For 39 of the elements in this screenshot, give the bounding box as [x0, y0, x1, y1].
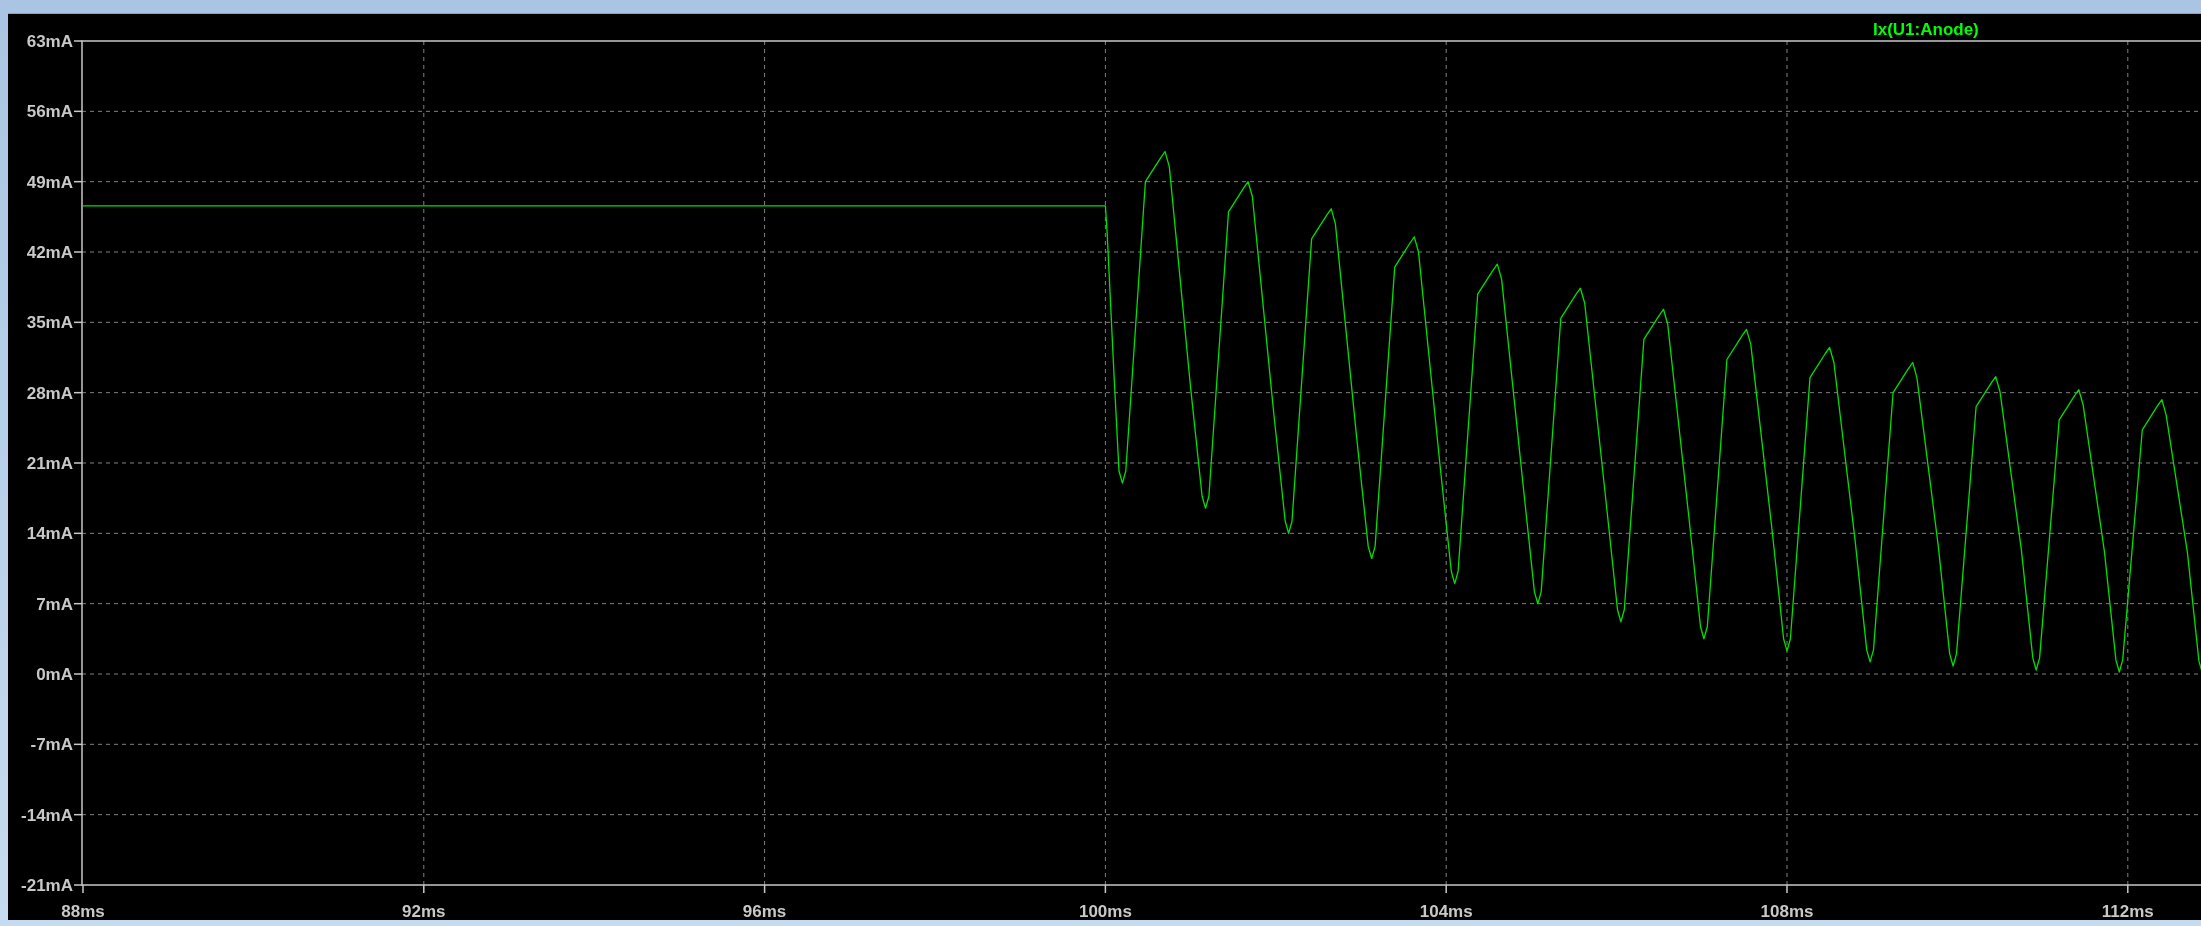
y-tick-label: 14mA [26, 524, 73, 544]
tick-mark [73, 602, 83, 605]
tick-mark [73, 40, 83, 42]
y-tick-label: 49mA [26, 172, 73, 192]
tick-mark [73, 251, 83, 253]
y-tick-label: 35mA [26, 313, 73, 333]
y-tick-label: 63mA [26, 32, 73, 51]
tick-mark [73, 180, 83, 183]
x-tick-label: 104ms [1419, 902, 1473, 919]
tick-mark [1786, 884, 1788, 894]
tick-mark [73, 110, 83, 113]
tick-mark [1104, 884, 1107, 894]
trace-label: Ix(U1:Anode) [1873, 20, 1979, 39]
tick-mark [73, 321, 83, 324]
x-tick-label: 108ms [1760, 902, 1814, 919]
x-tick-label: 96ms [742, 902, 787, 919]
y-tick-label: -14mA [21, 805, 73, 825]
y-tick-label: 7mA [36, 594, 73, 614]
tick-mark [73, 673, 83, 675]
y-tick-label: 28mA [26, 383, 73, 403]
y-tick-label: 42mA [26, 243, 73, 262]
tick-mark [73, 813, 83, 816]
tick-mark [1445, 884, 1447, 894]
tick-mark [73, 391, 83, 394]
x-tick-label: 112ms [2101, 902, 2154, 919]
y-tick-label: -21mA [21, 876, 73, 895]
y-tick-label: 0mA [36, 665, 73, 684]
y-tick-label: -7mA [30, 735, 73, 755]
tick-mark [423, 884, 425, 894]
y-tick-label: 21mA [26, 454, 73, 473]
tick-mark [2127, 884, 2129, 894]
tick-mark [73, 743, 83, 746]
tick-mark [73, 532, 83, 535]
tick-mark [73, 462, 83, 464]
y-tick-label: 56mA [26, 102, 73, 122]
x-tick-label: 92ms [402, 902, 446, 919]
tick-mark [763, 884, 766, 894]
x-tick-label: 100ms [1078, 902, 1132, 919]
x-tick-label: 88ms [61, 902, 105, 919]
